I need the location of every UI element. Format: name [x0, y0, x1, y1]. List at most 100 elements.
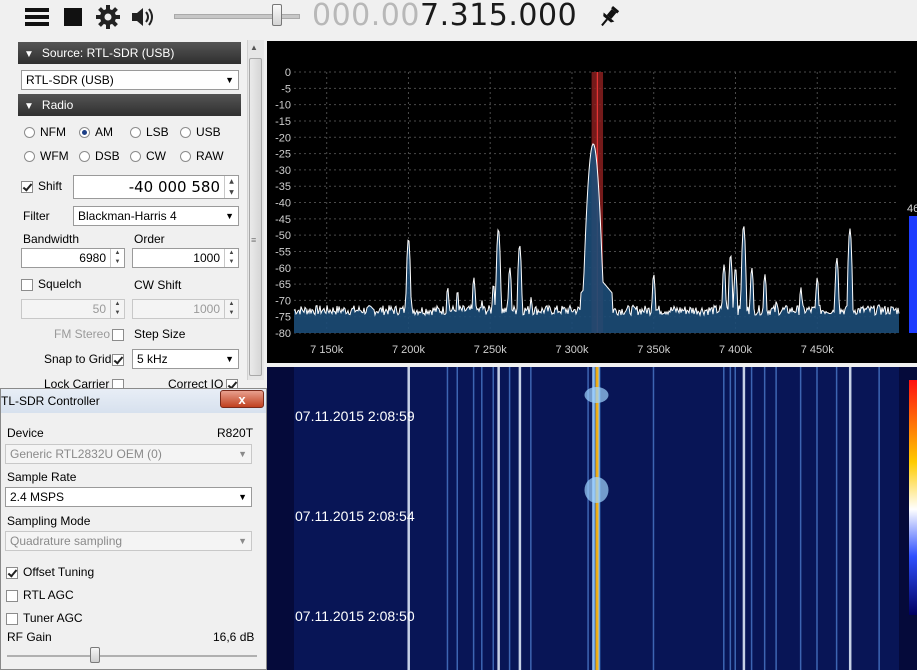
stepsize-value: 5 kHz [137, 352, 168, 366]
dialog-title: TL-SDR Controller [1, 394, 100, 408]
gear-icon[interactable] [95, 4, 121, 30]
shift-spinner[interactable]: ▲ ▼ [224, 176, 238, 198]
waterfall-carrier-line [587, 367, 589, 670]
chevron-down-icon: ▼ [225, 211, 234, 221]
y-tick-label: -75 [275, 312, 291, 324]
waterfall-carrier-line [878, 367, 880, 670]
waterfall-station-burst [584, 477, 609, 503]
checkbox-box [21, 180, 33, 193]
waterfall-carrier-line [775, 367, 777, 670]
filter-select[interactable]: Blackman-Harris 4 ▼ [73, 206, 239, 226]
samplingmode-select[interactable]: Quadrature sampling ▼ [5, 531, 252, 551]
mode-nfm[interactable]: NFM [24, 125, 66, 139]
bandwidth-input[interactable]: 6980 ▲ ▼ [21, 248, 125, 268]
scroll-thumb[interactable] [249, 58, 262, 376]
waterfall-carrier-line [508, 367, 511, 670]
stop-icon[interactable] [60, 4, 86, 30]
waterfall-carrier-line [848, 367, 852, 670]
chevron-down-icon: ▼ [238, 449, 247, 459]
mode-cw[interactable]: CW [130, 149, 166, 163]
squelch-spinner[interactable]: ▲ ▼ [110, 300, 124, 318]
waterfall-plot[interactable]: 07.11.2015 2:08:59 07.11.2015 2:08:54 07.1… [267, 367, 917, 670]
offset-tuning-label: Offset Tuning [23, 565, 95, 579]
shift-checkbox[interactable]: Shift [21, 179, 62, 193]
mode-label: WFM [40, 149, 69, 163]
rfgain-slider-thumb[interactable] [90, 647, 100, 663]
y-tick-label: 0 [285, 67, 291, 79]
waterfall-carrier-line [763, 367, 766, 670]
collapse-icon: ▼ [24, 101, 34, 112]
x-tick-label: 7 400k [719, 344, 753, 356]
device-label: Device [7, 426, 44, 440]
mode-label: NFM [40, 125, 66, 139]
collapse-icon: ▼ [24, 49, 34, 60]
chevron-down-icon: ▼ [238, 536, 247, 546]
snap-checkbox[interactable] [112, 352, 129, 366]
mode-label: RAW [196, 149, 224, 163]
volume-slider-thumb[interactable] [271, 4, 282, 26]
radio-header-label: Radio [41, 98, 74, 112]
offset-tuning-checkbox[interactable]: Offset Tuning [6, 565, 94, 579]
radio-dot [130, 150, 141, 162]
squelch-value: 50 [92, 302, 106, 316]
y-tick-label: -15 [275, 116, 291, 128]
waterfall-timestamp: 07.11.2015 2:08:59 [295, 408, 415, 424]
y-tick-label: -60 [275, 263, 291, 275]
squelch-input[interactable]: 50 ▲ ▼ [21, 299, 125, 319]
device-select[interactable]: Generic RTL2832U OEM (0) ▼ [5, 444, 252, 464]
bandwidth-spinner[interactable]: ▲ ▼ [110, 249, 124, 267]
waterfall-carrier-line [734, 367, 736, 670]
squelch-checkbox[interactable]: Squelch [21, 277, 81, 291]
waterfall-carrier-line [835, 367, 838, 670]
source-header[interactable]: ▼ Source: RTL-SDR (USB) [18, 42, 241, 64]
waterfall-display[interactable]: 07.11.2015 2:08:59 07.11.2015 2:08:54 07.1… [267, 367, 917, 670]
bandwidth-label: Bandwidth [23, 232, 80, 246]
checkbox-box [112, 328, 124, 341]
shift-input[interactable]: -40 000 580 ▲ ▼ [73, 175, 239, 199]
speaker-icon[interactable] [131, 4, 157, 30]
x-tick-label: 7 150k [310, 344, 344, 356]
samplerate-select[interactable]: 2.4 MSPS ▼ [5, 487, 252, 507]
y-tick-label: -20 [275, 132, 291, 144]
y-tick-label: -35 [275, 181, 291, 193]
cwshift-label: CW Shift [134, 278, 182, 292]
cwshift-spinner[interactable]: ▲ ▼ [224, 300, 238, 318]
waterfall-carrier-line [481, 367, 483, 670]
rfgain-slider[interactable] [7, 655, 257, 657]
frequency-display[interactable]: 000.007.315.000 [312, 0, 577, 33]
spectrum-fill [294, 143, 899, 333]
mode-dsb[interactable]: DSB [79, 149, 120, 163]
device-tuner-label: R820T [217, 426, 254, 440]
pin-icon[interactable] [596, 4, 622, 30]
radio-dot [24, 126, 35, 138]
mode-raw[interactable]: RAW [180, 149, 224, 163]
left-panel-scrollbar[interactable]: ▲ ≡ [247, 40, 264, 380]
waterfall-carrier-line [723, 367, 725, 670]
waterfall-carrier-line [799, 367, 802, 670]
cwshift-input[interactable]: 1000 ▲ ▼ [132, 299, 239, 319]
mode-wfm[interactable]: WFM [24, 149, 69, 163]
scroll-up-icon[interactable]: ▲ [250, 43, 258, 52]
close-button[interactable]: x [220, 390, 264, 408]
mode-usb[interactable]: USB [180, 125, 221, 139]
radio-header[interactable]: ▼ Radio [18, 94, 241, 116]
waterfall-carrier-line [742, 367, 746, 670]
order-input[interactable]: 1000 ▲ ▼ [132, 248, 239, 268]
fmstereo-checkbox[interactable] [112, 327, 129, 341]
checkbox-box [21, 278, 33, 291]
stepsize-select[interactable]: 5 kHz ▼ [132, 349, 239, 369]
y-tick-label: -5 [281, 83, 291, 95]
rtl-agc-checkbox[interactable]: RTL AGC [6, 588, 74, 602]
frequency-digits: 7.315.000 [419, 0, 578, 33]
order-spinner[interactable]: ▲ ▼ [224, 249, 238, 267]
menu-icon[interactable] [24, 4, 50, 30]
y-tick-label: -55 [275, 246, 291, 258]
radio-dot [130, 126, 141, 138]
mode-am[interactable]: AM [79, 125, 113, 139]
mode-lsb[interactable]: LSB [130, 125, 169, 139]
source-device-select[interactable]: RTL-SDR (USB) ▼ [21, 70, 239, 90]
spectrum-plot[interactable]: 0 -5 -10 -15 -20 -25 -30 -35 -40 -45 -50 -55 -60 -65 -… [267, 41, 917, 363]
device-value: Generic RTL2832U OEM (0) [10, 447, 162, 461]
spectrum-analyzer[interactable]: 0 -5 -10 -15 -20 -25 -30 -35 -40 -45 -50 -55 -60 -65 -… [267, 41, 917, 363]
tuner-agc-checkbox[interactable]: Tuner AGC [6, 611, 83, 625]
